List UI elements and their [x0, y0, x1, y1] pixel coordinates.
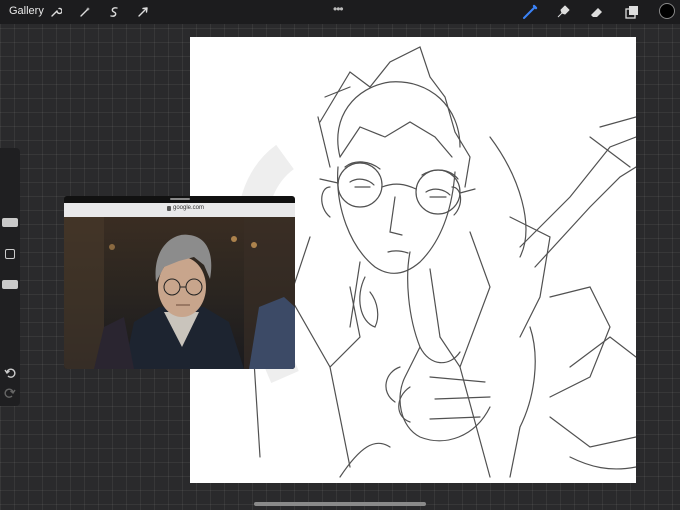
home-indicator[interactable]: [254, 502, 426, 506]
smudge-icon[interactable]: [554, 3, 572, 21]
top-toolbar: Gallery •••: [0, 0, 680, 24]
opacity-slider[interactable]: [0, 266, 20, 354]
more-dots-icon[interactable]: •••: [333, 2, 344, 16]
redo-icon[interactable]: [4, 386, 16, 404]
gallery-button[interactable]: Gallery: [9, 5, 44, 17]
wrench-icon[interactable]: [47, 3, 65, 21]
eraser-icon[interactable]: [588, 3, 606, 21]
window-grabber[interactable]: [170, 198, 190, 200]
url-bar[interactable]: google.com: [64, 203, 295, 217]
magic-wand-icon[interactable]: [76, 3, 94, 21]
undo-icon[interactable]: [4, 366, 16, 384]
square-icon[interactable]: [5, 249, 15, 259]
color-swatch[interactable]: [659, 3, 675, 19]
selection-icon[interactable]: [105, 3, 123, 21]
opacity-thumb[interactable]: [2, 280, 18, 289]
brush-size-thumb[interactable]: [2, 218, 18, 227]
brush-icon[interactable]: [521, 3, 539, 21]
transform-icon[interactable]: [134, 3, 152, 21]
reference-window[interactable]: google.com: [64, 196, 295, 369]
lock-icon: [167, 206, 171, 211]
url-text: google.com: [173, 205, 205, 211]
brush-size-slider[interactable]: [0, 152, 20, 240]
layers-icon[interactable]: [623, 3, 641, 21]
left-sidebar: [0, 148, 20, 406]
reference-image: [64, 217, 295, 369]
